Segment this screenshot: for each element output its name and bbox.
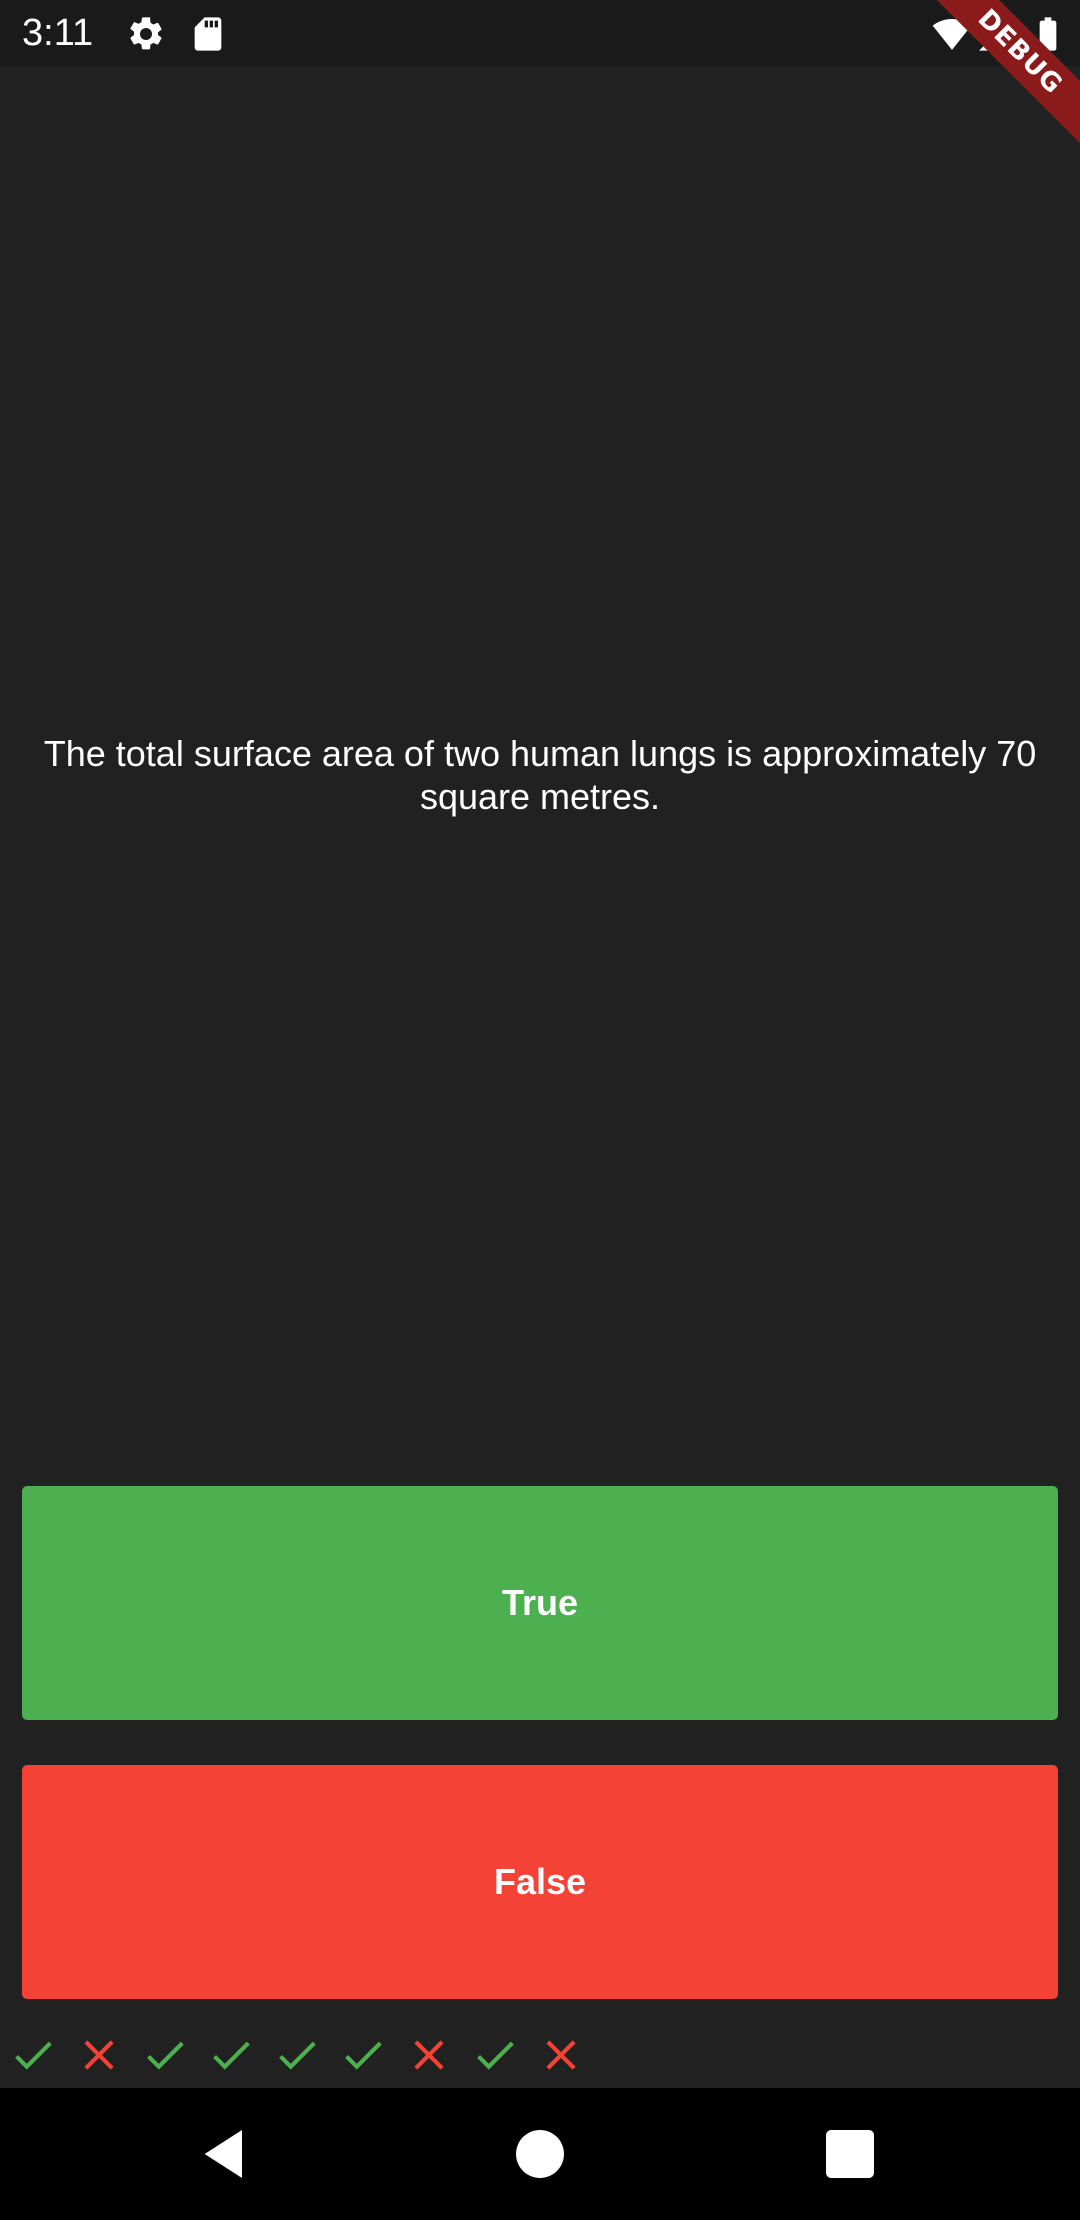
gear-icon bbox=[130, 17, 162, 50]
check-icon bbox=[147, 2041, 184, 2070]
check-icon bbox=[279, 2041, 316, 2070]
wifi-icon bbox=[932, 18, 972, 50]
recents-icon[interactable] bbox=[818, 2122, 882, 2186]
score-keeper bbox=[8, 2030, 602, 2080]
check-icon bbox=[213, 2041, 250, 2070]
quiz-screen: 3:11 DEBUG The total surface area of two… bbox=[0, 0, 1080, 2220]
navigation-bar bbox=[0, 2088, 1080, 2220]
check-icon bbox=[345, 2041, 382, 2070]
check-icon bbox=[477, 2041, 514, 2070]
sd-card-icon bbox=[194, 17, 222, 51]
question-text: The total surface area of two human lung… bbox=[43, 733, 1037, 817]
home-icon[interactable] bbox=[508, 2122, 572, 2186]
battery-icon bbox=[1039, 17, 1057, 51]
status-time: 3:11 bbox=[22, 12, 94, 54]
status-bar: 3:11 bbox=[0, 0, 1080, 66]
close-icon bbox=[546, 2040, 576, 2070]
check-icon bbox=[15, 2041, 52, 2070]
false-button[interactable]: False bbox=[22, 1765, 1058, 1999]
close-icon bbox=[414, 2040, 444, 2070]
question-area: The total surface area of two human lung… bbox=[0, 66, 1080, 1484]
close-icon bbox=[84, 2040, 114, 2070]
back-icon[interactable] bbox=[194, 2122, 258, 2186]
signal-icon bbox=[978, 14, 1015, 51]
true-button[interactable]: True bbox=[22, 1486, 1058, 1720]
